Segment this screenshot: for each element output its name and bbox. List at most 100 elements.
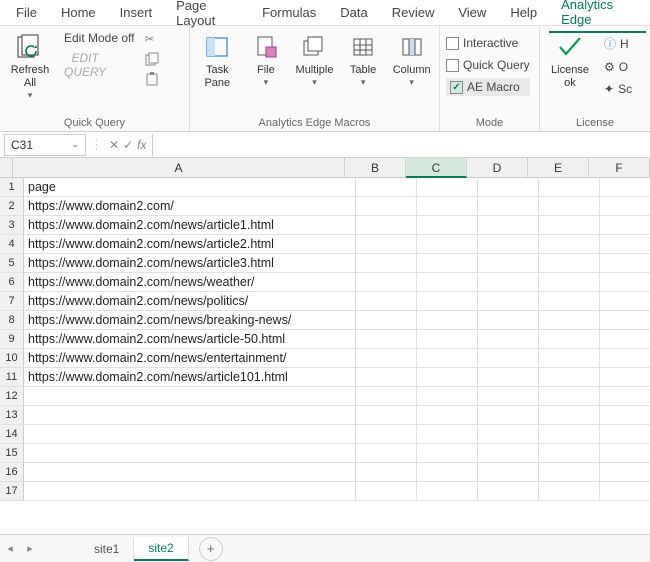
enter-icon[interactable]: ✓: [123, 138, 133, 152]
cell[interactable]: [417, 197, 478, 216]
cell[interactable]: [600, 197, 650, 216]
cell[interactable]: [478, 444, 539, 463]
row-header[interactable]: 10: [0, 349, 24, 368]
cell[interactable]: [478, 254, 539, 273]
formula-input[interactable]: [152, 134, 650, 156]
menu-tab-data[interactable]: Data: [328, 1, 379, 24]
scissors-icon[interactable]: ✂: [145, 32, 159, 46]
sheet-tab-site1[interactable]: site1: [80, 538, 134, 560]
row-header[interactable]: 12: [0, 387, 24, 406]
cell[interactable]: [600, 425, 650, 444]
cell[interactable]: https://www.domain2.com/news/weather/: [24, 273, 356, 292]
cell[interactable]: [600, 330, 650, 349]
cell[interactable]: [539, 330, 600, 349]
edit-mode-toggle[interactable]: Edit Mode off: [60, 30, 139, 46]
cell[interactable]: [417, 425, 478, 444]
cell[interactable]: [417, 482, 478, 501]
cell[interactable]: [539, 444, 600, 463]
cell[interactable]: [417, 216, 478, 235]
cell[interactable]: [539, 273, 600, 292]
cell[interactable]: [356, 273, 417, 292]
row-header[interactable]: 17: [0, 482, 24, 501]
cell[interactable]: [478, 463, 539, 482]
cell[interactable]: [24, 444, 356, 463]
cell[interactable]: https://www.domain2.com/news/article2.ht…: [24, 235, 356, 254]
row-header[interactable]: 8: [0, 311, 24, 330]
cell[interactable]: page: [24, 178, 356, 197]
cell[interactable]: [417, 387, 478, 406]
cell[interactable]: [478, 197, 539, 216]
cell[interactable]: [600, 368, 650, 387]
cell[interactable]: [356, 406, 417, 425]
cell[interactable]: [356, 235, 417, 254]
cell[interactable]: [356, 349, 417, 368]
menu-tab-home[interactable]: Home: [49, 1, 108, 24]
copy-icon[interactable]: [145, 52, 159, 66]
cell[interactable]: [417, 311, 478, 330]
clipboard-icon[interactable]: [145, 72, 159, 86]
row-header[interactable]: 2: [0, 197, 24, 216]
row-header[interactable]: 5: [0, 254, 24, 273]
ae-macro-checkbox[interactable]: AE Macro: [446, 78, 530, 96]
row-header[interactable]: 7: [0, 292, 24, 311]
column-button[interactable]: Column▾: [390, 30, 433, 90]
cell[interactable]: [356, 311, 417, 330]
quick-query-checkbox[interactable]: Quick Query: [446, 56, 530, 74]
menu-tab-view[interactable]: View: [446, 1, 498, 24]
cell[interactable]: [24, 425, 356, 444]
cell[interactable]: [600, 463, 650, 482]
cell[interactable]: https://www.domain2.com/news/entertainme…: [24, 349, 356, 368]
cell[interactable]: https://www.domain2.com/: [24, 197, 356, 216]
cell[interactable]: [417, 406, 478, 425]
table-button[interactable]: Table▾: [342, 30, 385, 90]
cell[interactable]: [600, 311, 650, 330]
cell[interactable]: [539, 425, 600, 444]
file-button[interactable]: File▾: [245, 30, 288, 90]
cell[interactable]: https://www.domain2.com/news/article101.…: [24, 368, 356, 387]
cell[interactable]: [417, 178, 478, 197]
sheet-nav-prev[interactable]: ◂: [0, 542, 20, 555]
cell[interactable]: [478, 482, 539, 501]
fx-icon[interactable]: fx: [137, 138, 146, 152]
cell[interactable]: [478, 425, 539, 444]
cell[interactable]: [600, 482, 650, 501]
cell[interactable]: [478, 406, 539, 425]
cell[interactable]: [478, 216, 539, 235]
cell[interactable]: [539, 387, 600, 406]
name-box[interactable]: C31⌄: [4, 134, 86, 156]
cell[interactable]: [24, 387, 356, 406]
cell[interactable]: [417, 292, 478, 311]
row-header[interactable]: 3: [0, 216, 24, 235]
cell[interactable]: [478, 273, 539, 292]
cell[interactable]: [417, 368, 478, 387]
cell[interactable]: [478, 368, 539, 387]
help-button[interactable]: ⓘ H: [600, 34, 636, 53]
row-header[interactable]: 16: [0, 463, 24, 482]
cell[interactable]: [478, 292, 539, 311]
column-header-c[interactable]: C: [406, 158, 467, 178]
cell[interactable]: [600, 444, 650, 463]
cell[interactable]: [539, 216, 600, 235]
cell[interactable]: [539, 292, 600, 311]
column-header-d[interactable]: D: [467, 158, 528, 178]
column-header-f[interactable]: F: [589, 158, 650, 178]
cell[interactable]: [600, 387, 650, 406]
column-header-a[interactable]: A: [13, 158, 345, 178]
row-header[interactable]: 11: [0, 368, 24, 387]
cell[interactable]: [539, 235, 600, 254]
cell[interactable]: [356, 197, 417, 216]
refresh-all-button[interactable]: Refresh All ▾: [6, 30, 54, 103]
cell[interactable]: [356, 254, 417, 273]
cell[interactable]: [600, 349, 650, 368]
cell[interactable]: [356, 216, 417, 235]
row-header[interactable]: 1: [0, 178, 24, 197]
cell[interactable]: [600, 292, 650, 311]
cell[interactable]: [417, 330, 478, 349]
menu-tab-help[interactable]: Help: [498, 1, 549, 24]
menu-tab-file[interactable]: File: [4, 1, 49, 24]
cell[interactable]: [478, 311, 539, 330]
cell[interactable]: [356, 482, 417, 501]
row-header[interactable]: 15: [0, 444, 24, 463]
cell[interactable]: [539, 482, 600, 501]
cell[interactable]: [417, 273, 478, 292]
